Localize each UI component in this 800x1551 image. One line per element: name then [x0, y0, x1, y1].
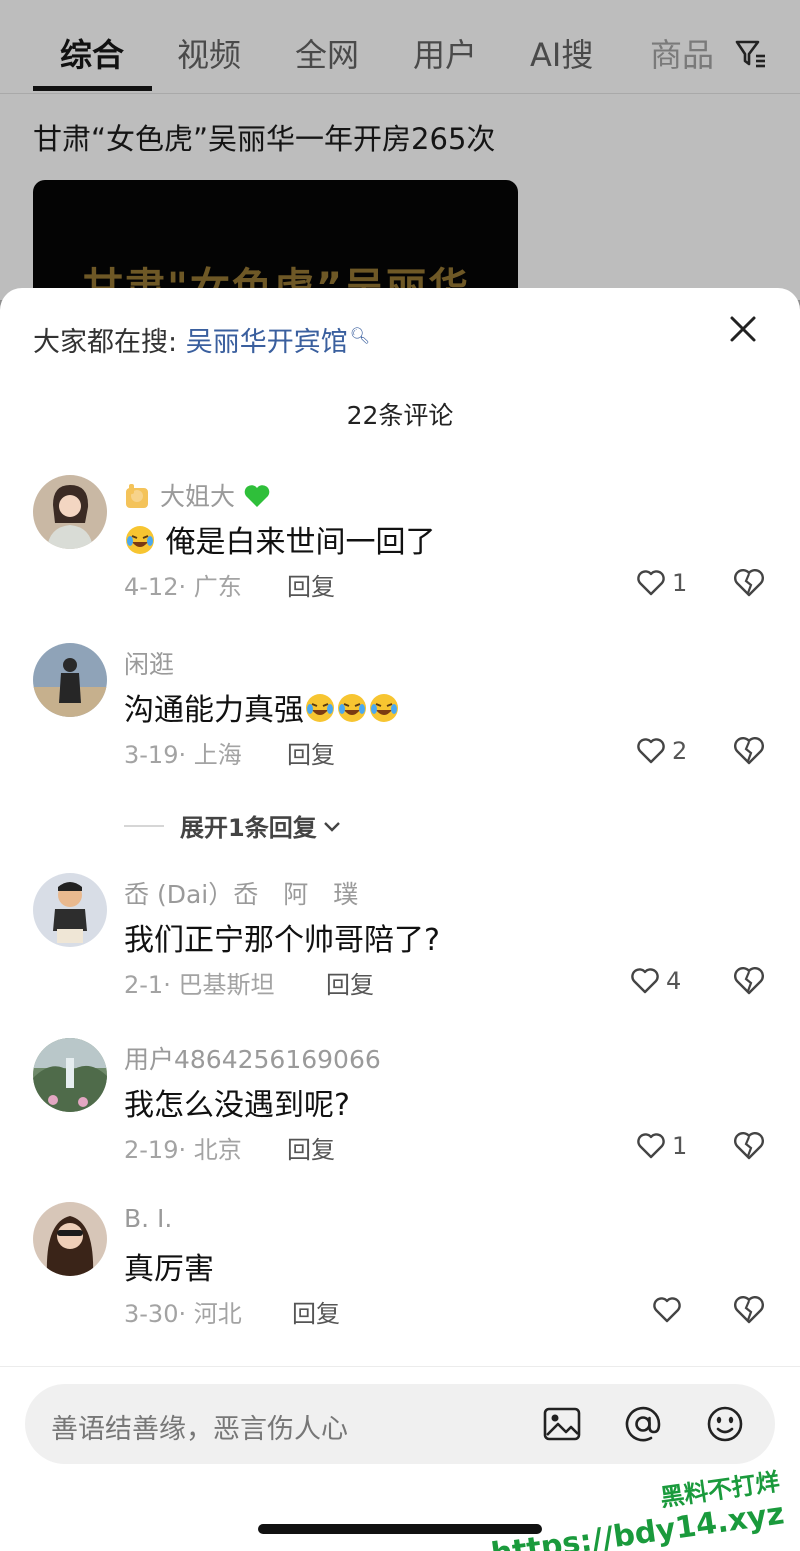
- avatar[interactable]: [33, 1202, 107, 1276]
- green-heart-icon: [244, 485, 270, 507]
- comment-meta: 4-12· 广东: [124, 573, 242, 601]
- person-raising-hand-icon: [126, 484, 148, 508]
- broken-heart-icon[interactable]: [733, 1294, 765, 1326]
- hot-search-row[interactable]: 大家都在搜: 吴丽华开宾馆 🔍︎: [33, 320, 370, 359]
- heart-icon: [637, 1133, 665, 1159]
- comment-author-name[interactable]: 闲逛: [124, 645, 174, 681]
- reply-button[interactable]: 回复: [287, 735, 335, 770]
- rolling-laughing-emoji-icon: [370, 694, 398, 722]
- like-button[interactable]: 1: [636, 1130, 687, 1162]
- like-button[interactable]: 1: [636, 567, 687, 599]
- comment-date: 2-1: [124, 971, 164, 999]
- like-button[interactable]: 4: [630, 965, 681, 997]
- avatar[interactable]: [33, 643, 107, 717]
- hot-search-label: 大家都在搜:: [33, 327, 178, 358]
- comment-date: 3-30: [124, 1300, 179, 1328]
- reply-button[interactable]: 回复: [326, 965, 374, 1000]
- comment-location: 北京: [193, 1136, 242, 1164]
- comment-text-content: 我们正宁那个帅哥陪了?: [124, 923, 440, 958]
- search-icon: 🔍︎: [349, 326, 371, 345]
- divider: [124, 824, 164, 827]
- like-count: 2: [672, 737, 688, 765]
- comment-date: 3-19: [124, 741, 179, 769]
- comment-text-content: 真厉害: [124, 1252, 214, 1287]
- broken-heart-icon[interactable]: [733, 965, 765, 997]
- like-count: 4: [666, 967, 682, 995]
- image-icon[interactable]: [540, 1402, 584, 1446]
- comment-meta: 3-30· 河北: [124, 1300, 242, 1328]
- comment-author-name: 大姐大: [159, 482, 235, 511]
- comment-text-content: 俺是白来世间一回了: [165, 525, 436, 560]
- comment-item: 用户4864256169066 我怎么没遇到呢? 2-19· 北京 回复 1: [0, 1038, 800, 1188]
- comment-author-name[interactable]: 岙 (Dai）岙 阿 璞: [124, 875, 358, 911]
- input-divider: [0, 1366, 800, 1367]
- comment-author-name[interactable]: 用户4864256169066: [124, 1040, 381, 1076]
- comment-sheet: 大家都在搜: 吴丽华开宾馆 🔍︎ 22条评论 大姐大 俺是白来世间一回了 4-12…: [0, 288, 800, 1551]
- comment-author[interactable]: 大姐大: [124, 477, 271, 513]
- broken-heart-icon[interactable]: [733, 735, 765, 767]
- reply-button[interactable]: 回复: [292, 1294, 340, 1329]
- comment-item: B. I. 真厉害 3-30· 河北 回复: [0, 1202, 800, 1352]
- tab-all[interactable]: 综合: [60, 30, 124, 76]
- tab-ai-search[interactable]: AI搜: [530, 30, 593, 76]
- comment-meta: 2-19· 北京: [124, 1136, 242, 1164]
- heart-icon: [631, 968, 659, 994]
- expand-replies-button[interactable]: 展开1条回复: [124, 808, 343, 843]
- avatar[interactable]: [33, 1038, 107, 1112]
- chevron-down-icon: [323, 821, 340, 832]
- comment-count: 22条评论: [346, 401, 454, 430]
- comment-item: 岙 (Dai）岙 阿 璞 我们正宁那个帅哥陪了? 2-1· 巴基斯坦 回复 4: [0, 873, 800, 1023]
- comment-item: 闲逛 沟通能力真强 3-19· 上海 回复 2: [0, 643, 800, 793]
- like-button[interactable]: [652, 1294, 682, 1326]
- comment-meta: 3-19· 上海: [124, 741, 242, 769]
- broken-heart-icon[interactable]: [733, 567, 765, 599]
- search-results-page: 综合 视频 全网 用户 AI搜 商品 甘肃“女色虎”吴丽华一年开房265次 甘肃…: [0, 0, 800, 330]
- rolling-laughing-emoji-icon: [306, 694, 334, 722]
- tab-users[interactable]: 用户: [413, 30, 477, 76]
- reply-button[interactable]: 回复: [287, 567, 335, 602]
- comment-meta: 2-1· 巴基斯坦: [124, 971, 275, 999]
- filter-icon[interactable]: [734, 36, 768, 70]
- comment-text: 俺是白来世间一回了: [124, 517, 436, 561]
- comment-text-content: 沟通能力真强: [124, 693, 304, 728]
- comment-input[interactable]: 善语结善缘，恶言伤人心: [25, 1384, 775, 1464]
- reply-button[interactable]: 回复: [287, 1130, 335, 1165]
- rolling-laughing-emoji-icon: [126, 526, 154, 554]
- comment-input-placeholder: 善语结善缘，恶言伤人心: [51, 1414, 348, 1445]
- comment-location: 上海: [193, 741, 242, 769]
- comment-location: 广东: [193, 573, 242, 601]
- avatar[interactable]: [33, 475, 107, 549]
- avatar[interactable]: [33, 873, 107, 947]
- close-icon[interactable]: [726, 312, 760, 346]
- hot-search-keyword[interactable]: 吴丽华开宾馆: [186, 327, 348, 358]
- emoji-icon[interactable]: [703, 1402, 747, 1446]
- rolling-laughing-emoji-icon: [338, 694, 366, 722]
- tab-video[interactable]: 视频: [177, 30, 241, 76]
- comment-date: 2-19: [124, 1136, 179, 1164]
- heart-icon: [637, 738, 665, 764]
- tab-products[interactable]: 商品: [650, 30, 714, 76]
- search-tabs: 综合 视频 全网 用户 AI搜 商品: [0, 0, 800, 94]
- expand-replies-label: 展开1条回复: [180, 814, 317, 842]
- like-count: 1: [672, 1132, 688, 1160]
- tab-web[interactable]: 全网: [295, 30, 359, 76]
- comment-location: 巴基斯坦: [178, 971, 275, 999]
- comment-author-name[interactable]: B. I.: [124, 1204, 172, 1233]
- heart-icon: [653, 1297, 681, 1323]
- result-title[interactable]: 甘肃“女色虎”吴丽华一年开房265次: [33, 116, 495, 158]
- comment-text: 沟通能力真强: [124, 685, 400, 729]
- broken-heart-icon[interactable]: [733, 1130, 765, 1162]
- comment-date: 4-12: [124, 573, 179, 601]
- comment-location: 河北: [193, 1300, 242, 1328]
- mention-icon[interactable]: [621, 1402, 665, 1446]
- like-count: 1: [672, 569, 688, 597]
- heart-icon: [637, 570, 665, 596]
- comment-item: 大姐大 俺是白来世间一回了 4-12· 广东 回复 1: [0, 475, 800, 625]
- active-tab-indicator: [33, 86, 152, 91]
- comment-text-content: 我怎么没遇到呢?: [124, 1088, 350, 1123]
- like-button[interactable]: 2: [636, 735, 687, 767]
